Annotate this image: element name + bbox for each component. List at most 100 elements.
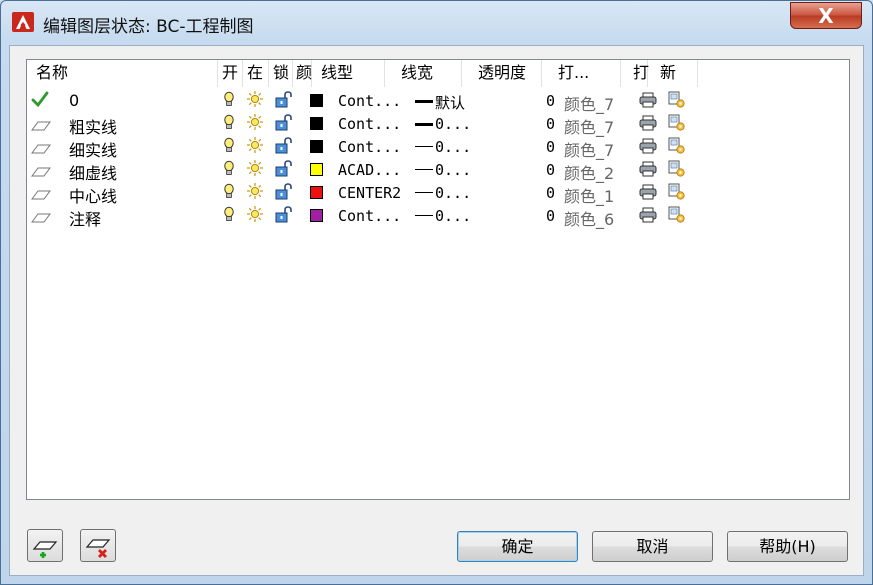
layer-row[interactable]: 注释 Cont... 0... 0 颜色_6: [27, 204, 707, 230]
lineweight-value[interactable]: 0...: [435, 138, 471, 156]
printer-icon[interactable]: [638, 207, 658, 227]
sun-icon[interactable]: [246, 136, 264, 158]
layer-list[interactable]: 名称 开 在 锁 颜 线型 线宽 透明度 打... 打 新 0 Cont... 默认…: [26, 59, 850, 500]
layer-row[interactable]: 细实线 Cont... 0... 0 颜色_7: [27, 135, 707, 160]
col-lock[interactable]: 锁: [269, 60, 293, 87]
printer-icon[interactable]: [638, 161, 658, 181]
new-layer-icon: [32, 541, 58, 558]
lineweight-sample: [415, 169, 433, 170]
layer-row[interactable]: 中心线 CENTER2 0... 0 颜色_1: [27, 181, 707, 206]
close-button[interactable]: X: [790, 2, 862, 29]
printer-icon[interactable]: [638, 92, 658, 112]
lineweight-value[interactable]: 0...: [435, 115, 471, 133]
layer-row[interactable]: 粗实线 Cont... 0... 0 颜色_7: [27, 112, 707, 137]
dialog-client: 名称 开 在 锁 颜 线型 线宽 透明度 打... 打 新 0 Cont... 默认…: [9, 45, 864, 576]
lightbulb-icon[interactable]: [223, 91, 235, 112]
title-bar[interactable]: 编辑图层状态: BC-工程制图 X: [1, 1, 872, 45]
new-layer-state-button[interactable]: [27, 529, 63, 562]
dialog-window: 编辑图层状态: BC-工程制图 X 名称 开 在 锁 颜 线型 线宽 透明度 打…: [0, 0, 873, 585]
layer-icon: [31, 186, 51, 205]
unlocked-padlock-icon[interactable]: [274, 206, 294, 227]
sun-icon[interactable]: [246, 113, 264, 135]
new-viewport-freeze-icon[interactable]: [668, 183, 686, 205]
linetype-value[interactable]: Cont...: [338, 138, 401, 156]
linetype-value[interactable]: Cont...: [338, 92, 401, 110]
printer-icon[interactable]: [638, 138, 658, 158]
unlocked-padlock-icon[interactable]: [274, 91, 294, 112]
col-lineweight[interactable]: 线宽: [385, 60, 462, 87]
unlocked-padlock-icon[interactable]: [274, 137, 294, 158]
color-swatch[interactable]: [310, 186, 323, 199]
lineweight-sample: [415, 146, 433, 147]
lineweight-sample: [415, 192, 433, 193]
color-swatch[interactable]: [310, 163, 323, 176]
column-header: 名称 开 在 锁 颜 线型 线宽 透明度 打... 打 新: [27, 60, 849, 87]
linetype-value[interactable]: Cont...: [338, 115, 401, 133]
plotstyle-value[interactable]: 颜色_6: [564, 206, 614, 230]
new-viewport-freeze-icon[interactable]: [668, 160, 686, 182]
layer-name[interactable]: 注释: [69, 206, 101, 230]
lineweight-sample: [415, 100, 433, 103]
delete-layer-state-button[interactable]: [80, 529, 116, 562]
col-on[interactable]: 开: [218, 60, 243, 87]
new-viewport-freeze-icon[interactable]: [668, 91, 686, 113]
sun-icon[interactable]: [246, 182, 264, 204]
col-name[interactable]: 名称: [27, 60, 218, 87]
col-transparency[interactable]: 透明度: [462, 60, 542, 87]
col-newvp[interactable]: 新: [648, 60, 698, 87]
sun-icon[interactable]: [246, 90, 264, 112]
linetype-value[interactable]: Cont...: [338, 207, 401, 225]
lineweight-value[interactable]: 0...: [435, 184, 471, 202]
layer-name[interactable]: 0: [69, 91, 79, 110]
ok-button[interactable]: 确定: [457, 531, 578, 562]
layer-row[interactable]: 0 Cont... 默认 0 颜色_7: [27, 89, 707, 114]
window-title: 编辑图层状态: BC-工程制图: [43, 17, 254, 37]
autocad-logo-icon: [12, 12, 34, 32]
unlocked-padlock-icon[interactable]: [274, 183, 294, 204]
col-plotstyle[interactable]: 打...: [542, 60, 621, 87]
col-linetype[interactable]: 线型: [312, 60, 385, 87]
lineweight-value[interactable]: 0...: [435, 207, 471, 225]
color-swatch[interactable]: [310, 209, 323, 222]
sun-icon[interactable]: [246, 205, 264, 227]
new-viewport-freeze-icon[interactable]: [668, 206, 686, 228]
new-viewport-freeze-icon[interactable]: [668, 114, 686, 136]
layer-icon: [31, 140, 51, 159]
unlocked-padlock-icon[interactable]: [274, 160, 294, 181]
linetype-value[interactable]: ACAD...: [338, 161, 401, 179]
lightbulb-icon[interactable]: [223, 114, 235, 135]
color-swatch[interactable]: [310, 140, 323, 153]
lineweight-sample: [415, 215, 433, 216]
transparency-value[interactable]: 0: [546, 207, 555, 225]
transparency-value[interactable]: 0: [546, 115, 555, 133]
printer-icon[interactable]: [638, 115, 658, 135]
unlocked-padlock-icon[interactable]: [274, 114, 294, 135]
printer-icon[interactable]: [638, 184, 658, 204]
transparency-value[interactable]: 0: [546, 161, 555, 179]
lightbulb-icon[interactable]: [223, 206, 235, 227]
col-freeze[interactable]: 在: [243, 60, 269, 87]
current-layer-icon: [31, 91, 49, 111]
lightbulb-icon[interactable]: [223, 137, 235, 158]
col-plot[interactable]: 打: [621, 60, 649, 87]
delete-layer-icon: [85, 539, 111, 558]
cancel-button[interactable]: 取消: [592, 531, 713, 562]
layer-icon: [31, 209, 51, 228]
help-button[interactable]: 帮助(H): [727, 531, 848, 562]
lineweight-value[interactable]: 默认: [435, 92, 465, 113]
sun-icon[interactable]: [246, 159, 264, 181]
layer-row[interactable]: 细虚线 ACAD... 0... 0 颜色_2: [27, 158, 707, 183]
transparency-value[interactable]: 0: [546, 138, 555, 156]
transparency-value[interactable]: 0: [546, 92, 555, 110]
color-swatch[interactable]: [310, 94, 323, 107]
linetype-value[interactable]: CENTER2: [338, 184, 401, 202]
transparency-value[interactable]: 0: [546, 184, 555, 202]
lightbulb-icon[interactable]: [223, 183, 235, 204]
color-swatch[interactable]: [310, 117, 323, 130]
lineweight-value[interactable]: 0...: [435, 161, 471, 179]
lightbulb-icon[interactable]: [223, 160, 235, 181]
lineweight-sample: [415, 123, 433, 126]
layer-icon: [31, 163, 51, 182]
new-viewport-freeze-icon[interactable]: [668, 137, 686, 159]
col-color[interactable]: 颜: [293, 60, 312, 87]
